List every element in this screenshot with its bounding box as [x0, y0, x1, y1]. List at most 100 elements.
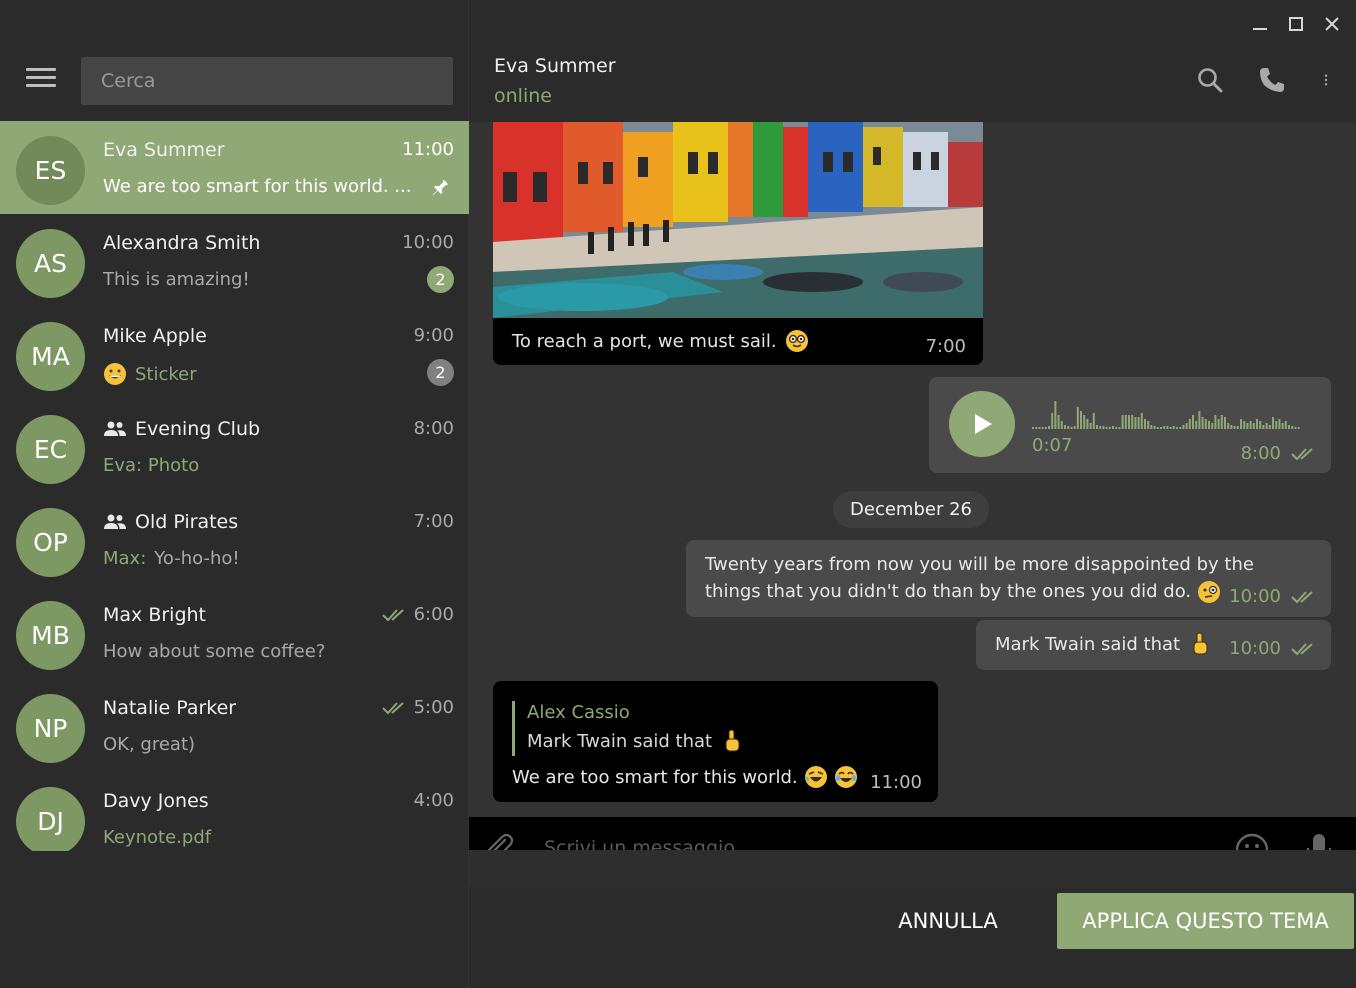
message-time: 10:00: [1229, 638, 1281, 659]
burano-photo[interactable]: [493, 122, 983, 318]
group-icon: [104, 514, 126, 529]
window-controls: [1250, 14, 1342, 34]
chat-item-eva-summer[interactable]: ES Eva Summer 11:00 We are too smart for…: [0, 121, 469, 214]
face-with-monocle-emoji-icon: [1197, 580, 1221, 604]
chat-item-evening-club[interactable]: EC Evening Club 8:00 Eva: Photo: [0, 400, 469, 493]
reply-author[interactable]: Alex Cassio: [527, 702, 630, 723]
double-check-icon: [1291, 642, 1313, 655]
phone-icon[interactable]: [1258, 66, 1286, 94]
message-input[interactable]: [544, 837, 1194, 850]
grinning-emoji-icon: [103, 362, 127, 386]
avatar: EC: [16, 415, 85, 484]
composer-overlay: [469, 850, 1356, 886]
chat-time: 7:00: [413, 511, 454, 532]
chat-time: 11:00: [402, 139, 454, 160]
pointing-up-emoji-icon: [720, 729, 744, 753]
chat-item-max-bright[interactable]: MB Max Bright 6:00 How about some coffee…: [0, 586, 469, 679]
pointing-up-emoji-icon: [1188, 632, 1212, 656]
outgoing-message[interactable]: Mark Twain said that 10:00: [976, 620, 1331, 670]
chat-preview: How about some coffee?: [103, 641, 326, 662]
double-check-icon: [1291, 447, 1313, 460]
double-check-icon: [1291, 590, 1313, 603]
play-icon: [975, 414, 992, 434]
contact-status: online: [494, 85, 552, 107]
chat-list: ES Eva Summer 11:00 We are too smart for…: [0, 121, 469, 851]
message-area: To reach a port, we must sail. 7:00 0:07…: [469, 122, 1356, 817]
avatar: MB: [16, 601, 85, 670]
incoming-reply-message[interactable]: Alex Cassio Mark Twain said that We are …: [493, 681, 938, 802]
date-divider: December 26: [833, 491, 989, 528]
chat-preview: Sticker: [103, 362, 197, 386]
conversation-pane: Eva Summer online To reach a port, we mu…: [469, 0, 1356, 988]
chat-name: Mike Apple: [103, 325, 207, 347]
nerd-face-emoji-icon: [785, 329, 809, 353]
maximize-icon[interactable]: [1286, 14, 1306, 34]
reply-quoted-text: Mark Twain said that: [527, 729, 744, 753]
avatar: DJ: [16, 787, 85, 851]
avatar: ES: [16, 136, 85, 205]
contact-name[interactable]: Eva Summer: [494, 55, 616, 77]
chat-name: Eva Summer: [103, 139, 225, 161]
group-icon: [104, 421, 126, 436]
message-text: Twenty years from now you will be more d…: [705, 554, 1254, 604]
chat-item-natalie-parker[interactable]: NP Natalie Parker 5:00 OK, great): [0, 679, 469, 772]
chat-list-pane: ES Eva Summer 11:00 We are too smart for…: [0, 0, 469, 988]
double-check-icon: [381, 701, 404, 714]
chat-time: 4:00: [413, 790, 454, 811]
microphone-icon[interactable]: [1305, 833, 1333, 850]
photo-message[interactable]: To reach a port, we must sail. 7:00: [493, 122, 983, 365]
more-vertical-icon[interactable]: [1320, 66, 1332, 94]
message-time: 10:00: [1229, 586, 1281, 607]
outgoing-message[interactable]: Twenty years from now you will be more d…: [686, 540, 1331, 617]
chat-name: Natalie Parker: [103, 697, 237, 719]
chat-preview: Keynote.pdf: [103, 827, 212, 848]
cancel-button[interactable]: ANNULLA: [881, 892, 1015, 950]
search-input[interactable]: [81, 57, 453, 105]
chat-preview: Max: Yo-ho-ho!: [103, 548, 240, 569]
minimize-icon[interactable]: [1250, 14, 1270, 34]
apply-theme-button[interactable]: APPLICA QUESTO TEMA: [1057, 893, 1354, 949]
close-icon[interactable]: [1322, 14, 1342, 34]
chat-name: Evening Club: [103, 418, 260, 440]
voice-duration: 0:07: [1032, 435, 1073, 456]
photo-caption: To reach a port, we must sail.: [512, 329, 809, 353]
voice-message[interactable]: 0:07 8:00: [929, 377, 1331, 473]
pin-icon: [432, 179, 449, 196]
message-composer: [469, 817, 1356, 850]
unread-badge: 2: [427, 266, 454, 293]
message-time: 11:00: [870, 772, 922, 793]
message-text: Mark Twain said that: [995, 632, 1212, 656]
chat-preview: OK, great): [103, 734, 196, 755]
avatar: NP: [16, 694, 85, 763]
rofl-emoji-icon: [804, 765, 828, 789]
avatar: AS: [16, 229, 85, 298]
avatar: OP: [16, 508, 85, 577]
message-time: 7:00: [925, 336, 966, 357]
chat-time: 6:00: [381, 604, 454, 625]
chat-time: 8:00: [413, 418, 454, 439]
tears-of-joy-emoji-icon: [834, 765, 858, 789]
message-text: We are too smart for this world.: [512, 765, 858, 789]
conversation-header: Eva Summer online: [469, 0, 1356, 122]
chat-item-alexandra-smith[interactable]: AS Alexandra Smith 10:00 This is amazing…: [0, 214, 469, 307]
emoji-icon[interactable]: [1235, 833, 1269, 850]
avatar: MA: [16, 322, 85, 391]
search-icon[interactable]: [1196, 66, 1224, 94]
chat-time: 10:00: [402, 232, 454, 253]
chat-time: 9:00: [413, 325, 454, 346]
chat-item-davy-jones[interactable]: DJ Davy Jones 4:00 Keynote.pdf: [0, 772, 469, 851]
paperclip-icon[interactable]: [483, 831, 515, 850]
voice-waveform[interactable]: [1032, 397, 1302, 429]
play-button[interactable]: [949, 391, 1015, 457]
reply-bar: [512, 701, 515, 756]
chat-name: Davy Jones: [103, 790, 209, 812]
double-check-icon: [381, 608, 404, 621]
message-time: 8:00: [1240, 443, 1281, 464]
hamburger-menu-icon[interactable]: [26, 68, 56, 94]
chat-preview: We are too smart for this world. ...: [103, 176, 412, 197]
unread-badge: 2: [427, 359, 454, 386]
chat-item-mike-apple[interactable]: MA Mike Apple 9:00 Sticker 2: [0, 307, 469, 400]
chat-name: Alexandra Smith: [103, 232, 261, 254]
chat-time: 5:00: [381, 697, 454, 718]
chat-item-old-pirates[interactable]: OP Old Pirates 7:00 Max: Yo-ho-ho!: [0, 493, 469, 586]
